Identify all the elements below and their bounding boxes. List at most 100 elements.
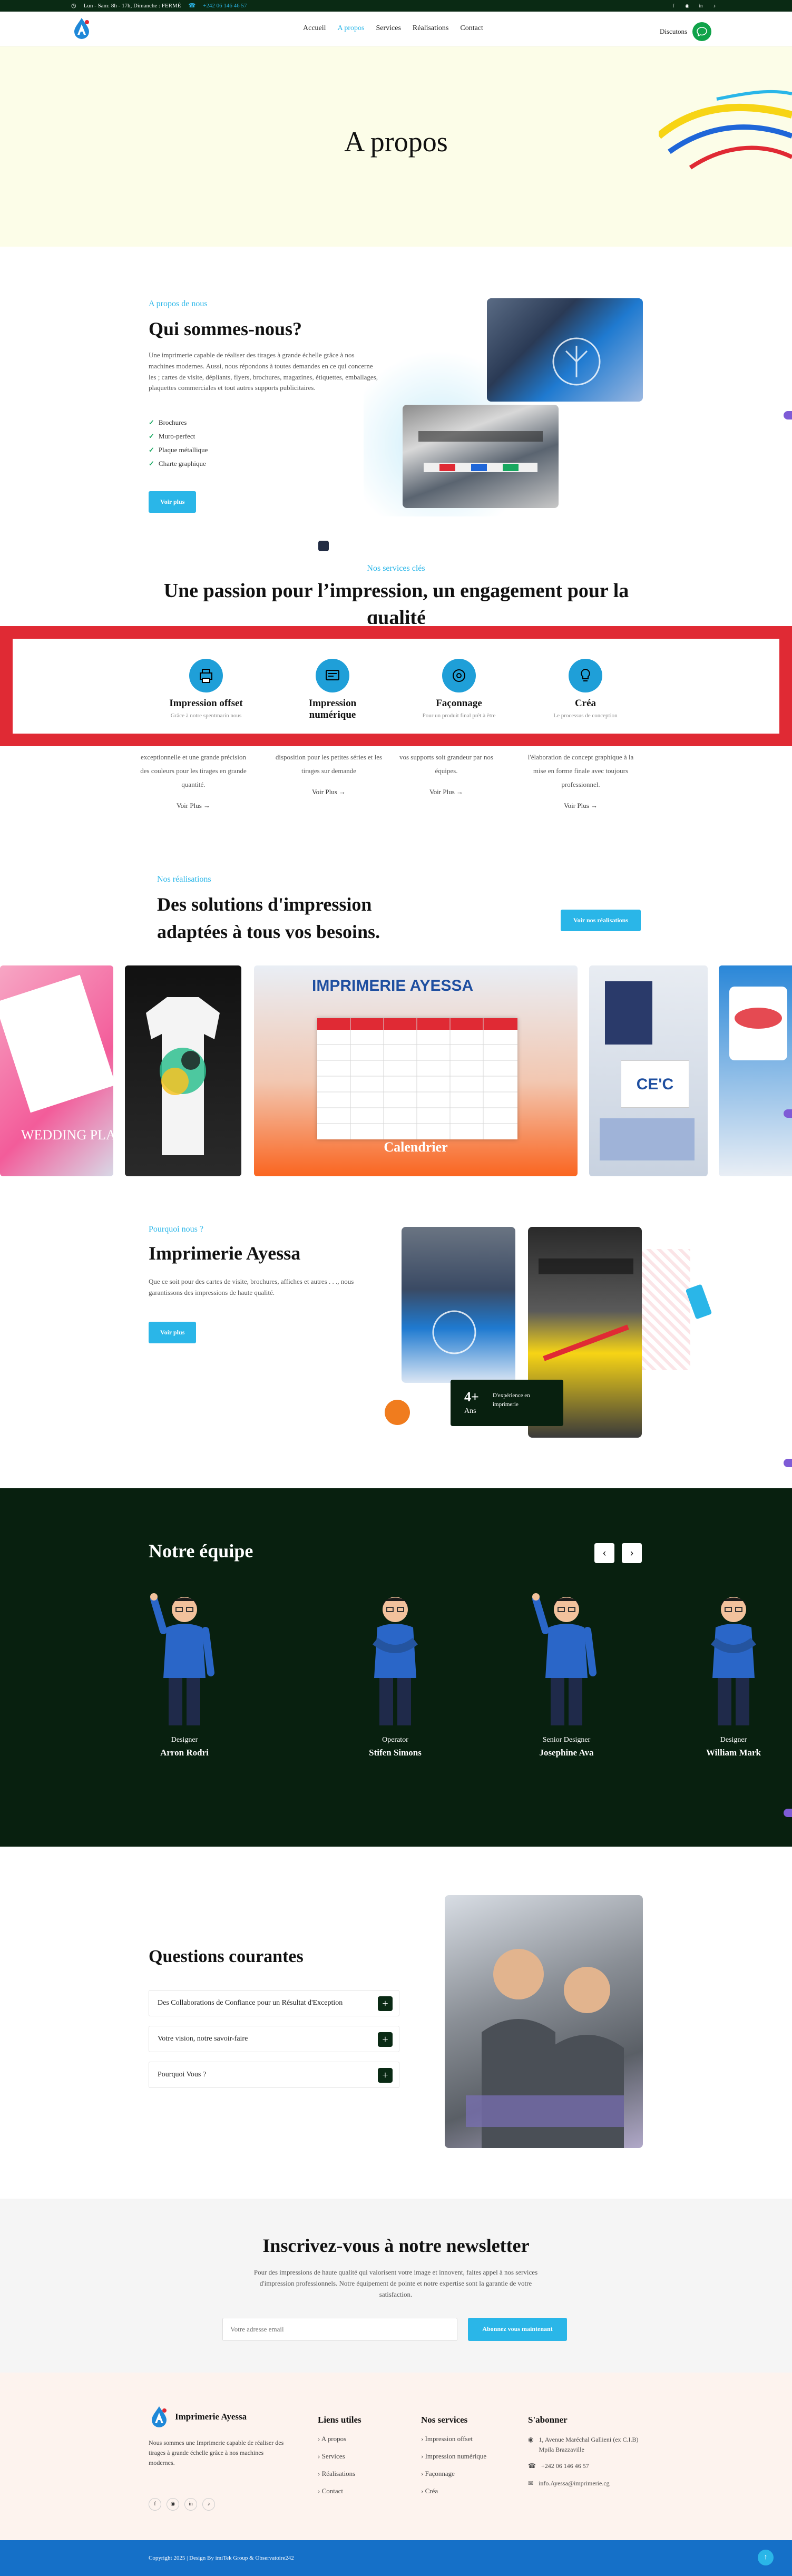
- footer-links-title: Liens utiles: [318, 2415, 361, 2425]
- nav-a-propos[interactable]: A propos: [338, 24, 365, 33]
- faq-item[interactable]: Des Collaborations de Confiance pour un …: [149, 1990, 399, 2016]
- plus-icon[interactable]: +: [378, 1996, 393, 2011]
- clock-icon: ◷: [71, 3, 76, 9]
- ayessa-logo[interactable]: [71, 17, 92, 40]
- service-body-numerique: disposition pour les petites séries et l…: [271, 750, 387, 799]
- gallery-calendrier[interactable]: IMPRIMERIE AYESSA Calendrier: [254, 965, 578, 1176]
- footer-brand[interactable]: Imprimerie Ayessa: [149, 2405, 247, 2428]
- tiktok-icon[interactable]: ♪: [711, 2, 718, 9]
- service-more-link[interactable]: Voir Plus →: [135, 799, 251, 813]
- service-more-link[interactable]: Voir Plus →: [271, 785, 387, 799]
- topbar-phone[interactable]: +242 06 146 46 57: [203, 3, 247, 9]
- team-section: Notre équipe ‹ › Designer Arron Rodri Op…: [0, 1488, 792, 1847]
- plus-icon[interactable]: +: [378, 2068, 393, 2083]
- instagram-icon[interactable]: ◉: [167, 2498, 179, 2511]
- experience-unit: Ans: [464, 1407, 476, 1415]
- footer-service-link[interactable]: › Créa: [421, 2487, 486, 2495]
- discuss-button[interactable]: Discutons: [660, 22, 711, 41]
- gallery-mug[interactable]: [719, 965, 792, 1176]
- service-more-link[interactable]: Voir Plus →: [388, 785, 504, 799]
- footer-phone[interactable]: ☎ +242 06 146 46 57: [528, 2462, 639, 2470]
- check-icon: ✓: [149, 418, 154, 426]
- facebook-icon[interactable]: f: [149, 2498, 161, 2511]
- nav-contact[interactable]: Contact: [460, 24, 483, 33]
- plus-icon[interactable]: +: [378, 2032, 393, 2047]
- services-cards: Impression offset Grâce à notre spentmar…: [13, 639, 779, 734]
- realisations-eyebrow: Nos réalisations: [157, 875, 211, 884]
- avatar-illustration: [150, 1593, 214, 1725]
- side-widget-tab[interactable]: [784, 411, 792, 419]
- why-eyebrow: Pourquoi nous ?: [149, 1225, 203, 1234]
- footer-address: ◉ 1, Avenue Maréchal Gallieni (ex C.I.B) …: [528, 2435, 639, 2455]
- brochure-shape: [605, 981, 652, 1045]
- instagram-icon[interactable]: ◉: [683, 2, 691, 9]
- prev-arrow-button[interactable]: ‹: [594, 1543, 614, 1563]
- member-name: William Mark: [706, 1748, 761, 1758]
- newsletter-subscribe-button[interactable]: Abonnez vous maintenant: [468, 2318, 567, 2341]
- linkedin-icon[interactable]: in: [697, 2, 705, 9]
- check-icon: ✓: [149, 460, 154, 467]
- faq-item[interactable]: Pourquoi Vous ? +: [149, 2062, 399, 2088]
- nav-services[interactable]: Services: [376, 24, 400, 33]
- side-widget-tab[interactable]: [784, 1809, 792, 1817]
- card-text: CE'C: [621, 1060, 689, 1108]
- about-more-button[interactable]: Voir plus: [149, 491, 197, 513]
- side-widget-tab[interactable]: [784, 1459, 792, 1467]
- experience-badge: 4+ Ans D'expérience en imprimerie: [451, 1380, 563, 1426]
- realisations-title: Des solutions d'impression adaptées à to…: [157, 894, 380, 943]
- footer-about: Nous sommes une Imprimerie capable de ré…: [149, 2439, 284, 2467]
- why-more-button[interactable]: Voir plus: [149, 1322, 197, 1343]
- service-body-faconnage: vos supports soit grandeur par nos équip…: [388, 750, 504, 799]
- member-role: Designer: [171, 1736, 198, 1744]
- footer-link[interactable]: › Services: [318, 2452, 361, 2461]
- footer-link[interactable]: › Contact: [318, 2487, 361, 2495]
- site-footer: Imprimerie Ayessa Nous sommes une Imprim…: [0, 2373, 792, 2540]
- check-icon: ✓: [149, 432, 154, 440]
- team-member-card[interactable]: Operator Stifen Simons: [343, 1588, 448, 1758]
- service-more-link[interactable]: Voir Plus →: [523, 799, 639, 813]
- footer-service-link[interactable]: › Impression offset: [421, 2435, 486, 2443]
- footer-link[interactable]: › Réalisations: [318, 2470, 361, 2478]
- service-card-crea[interactable]: Créa Le processus de conception: [543, 659, 628, 719]
- nav-accueil[interactable]: Accueil: [303, 24, 326, 33]
- gallery-brochures[interactable]: CE'C: [589, 965, 708, 1176]
- faq-title: Questions courantes: [149, 1947, 304, 1966]
- service-desc: Grâce à notre spentmarin nous: [170, 713, 242, 719]
- linkedin-icon[interactable]: in: [184, 2498, 197, 2511]
- offset-printer-icon: [189, 659, 223, 692]
- discuss-label: Discutons: [660, 27, 687, 35]
- realisations-button[interactable]: Voir nos réalisations: [561, 910, 641, 931]
- member-role: Senior Designer: [542, 1736, 591, 1744]
- faq-item[interactable]: Votre vision, notre savoir-faire +: [149, 2026, 399, 2052]
- footer-email[interactable]: ✉ info.Ayessa@imprimerie.cg: [528, 2480, 639, 2487]
- team-member-card[interactable]: Designer Arron Rodri: [132, 1588, 237, 1758]
- faq-question: Pourquoi Vous ?: [158, 2071, 207, 2079]
- team-member-card[interactable]: Designer William Mark: [681, 1588, 786, 1758]
- faq-photo: [445, 1895, 643, 2148]
- scroll-top-button[interactable]: ↑: [758, 2550, 774, 2565]
- why-text: Que ce soit pour des cartes de visite, b…: [149, 1277, 354, 1296]
- side-widget-tab[interactable]: [784, 1109, 792, 1118]
- main-menu: Accueil A propos Services Réalisations C…: [303, 24, 483, 33]
- service-title: Impression offset: [169, 698, 243, 709]
- service-card-numerique[interactable]: Impression numérique: [290, 659, 375, 724]
- member-name: Arron Rodri: [160, 1748, 209, 1758]
- footer-service-link[interactable]: › Impression numérique: [421, 2452, 486, 2461]
- newsletter-email-input[interactable]: [222, 2318, 457, 2341]
- service-card-offset[interactable]: Impression offset Grâce à notre spentmar…: [164, 659, 248, 719]
- footer-services-column: Nos services › Impression offset › Impre…: [421, 2415, 486, 2504]
- gallery-tshirt[interactable]: [125, 965, 241, 1176]
- team-member-card[interactable]: Senior Designer Josephine Ava: [514, 1588, 619, 1758]
- nav-realisations[interactable]: Réalisations: [413, 24, 448, 33]
- member-role: Designer: [720, 1736, 747, 1744]
- gallery-wedding-planner[interactable]: WEDDING PLANNER: [0, 965, 113, 1176]
- service-card-faconnage[interactable]: Façonnage Pour un produit final prêt à ê…: [417, 659, 501, 719]
- next-arrow-button[interactable]: ›: [622, 1543, 642, 1563]
- arrow-right-icon: →: [203, 802, 211, 809]
- footer-service-link[interactable]: › Façonnage: [421, 2470, 486, 2478]
- tiktok-icon[interactable]: ♪: [202, 2498, 215, 2511]
- about-eyebrow: A propos de nous: [149, 299, 208, 308]
- highlight-band: Impression offset Grâce à notre spentmar…: [0, 626, 792, 746]
- facebook-icon[interactable]: f: [670, 2, 677, 9]
- footer-link[interactable]: › A propos: [318, 2435, 361, 2443]
